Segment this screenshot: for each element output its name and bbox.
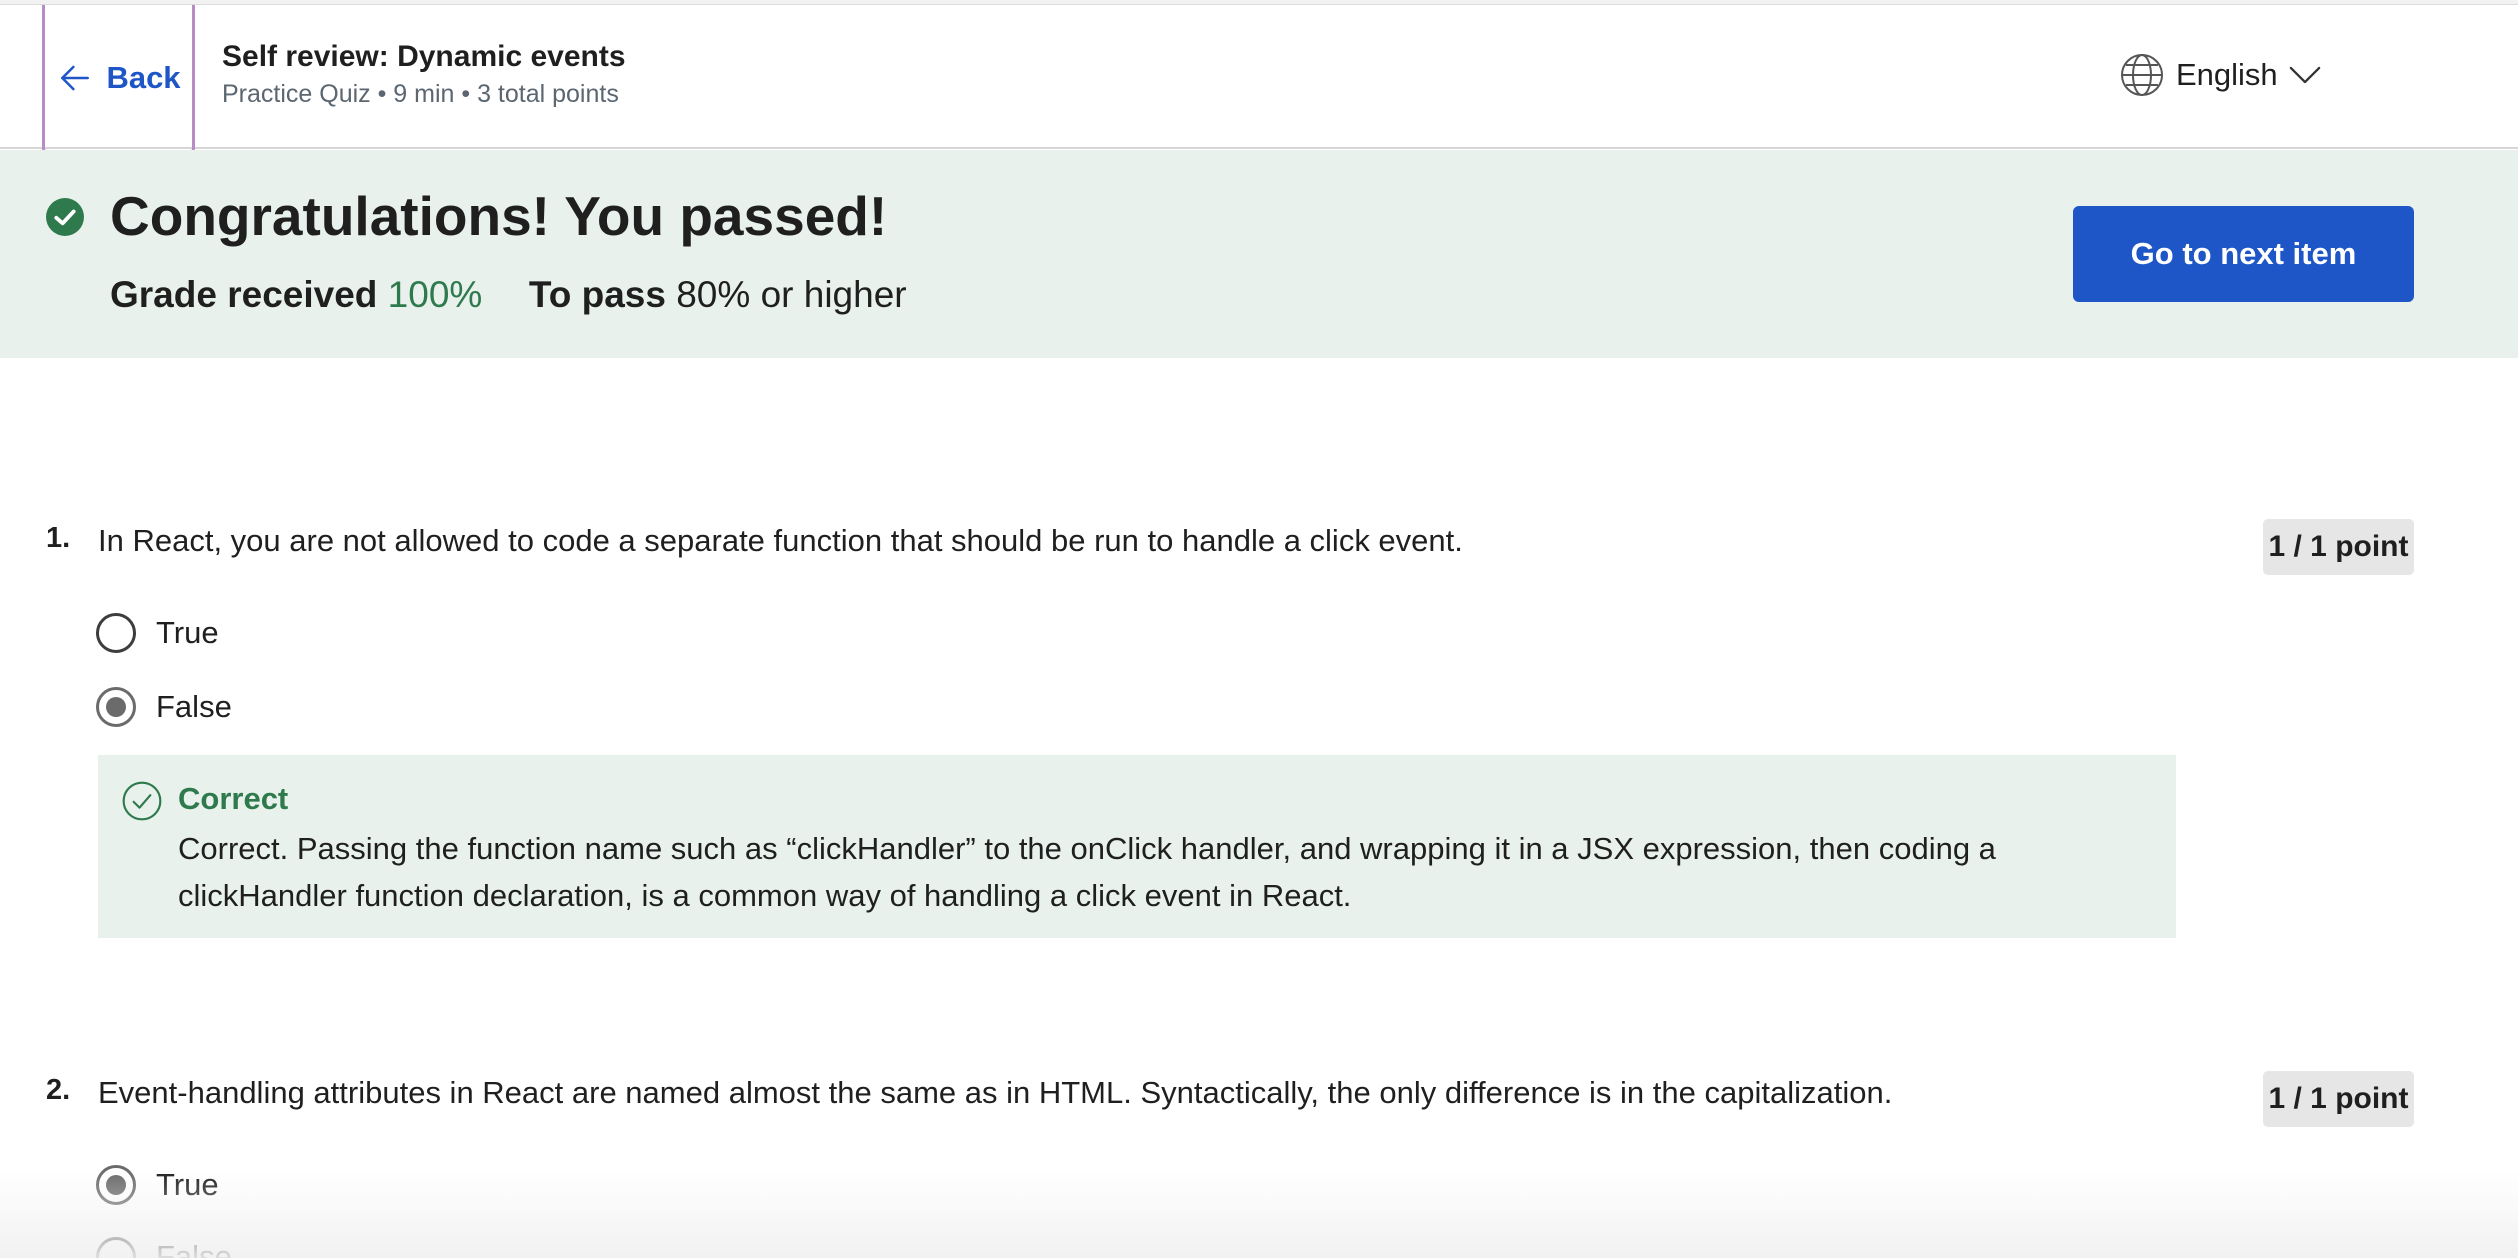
question-number: 2.: [46, 1074, 71, 1106]
quiz-review-page: Back Self review: Dynamic events Practic…: [0, 0, 2518, 1258]
answer-option-true[interactable]: True: [96, 613, 219, 653]
globe-icon: [2121, 54, 2163, 96]
result-title: Congratulations! You passed!: [110, 185, 888, 247]
radio-button[interactable]: [96, 613, 136, 653]
radio-button-selected[interactable]: [96, 687, 136, 727]
pass-value: 80% or higher: [676, 274, 907, 315]
question-text: Event-handling attributes in React are n…: [98, 1075, 1893, 1110]
grade-value: 100%: [387, 274, 483, 315]
option-label: False: [156, 689, 232, 724]
language-selector[interactable]: English: [2118, 51, 2322, 99]
quiz-header: Back Self review: Dynamic events Practic…: [0, 5, 2518, 153]
scroll-fade: [0, 1170, 2518, 1258]
language-label: English: [2176, 57, 2278, 92]
answer-option-true[interactable]: True: [96, 1165, 219, 1205]
radio-button-selected[interactable]: [96, 1165, 136, 1205]
question-text: In React, you are not allowed to code a …: [98, 523, 1463, 558]
points-badge: 1 / 1 point: [2263, 1071, 2414, 1127]
feedback-text: Correct. Passing the function name such …: [178, 831, 1996, 913]
pass-label: To pass: [528, 274, 666, 315]
answer-feedback: Correct Correct. Passing the function na…: [98, 755, 2176, 938]
option-label: False: [156, 1239, 232, 1258]
grade-summary: Grade received 100% To pass 80% or highe…: [110, 274, 907, 316]
chevron-down-icon: [2289, 66, 2320, 84]
feedback-title: Correct: [178, 781, 289, 816]
quiz-meta: Practice Quiz • 9 min • 3 total points: [222, 80, 619, 108]
option-label: True: [156, 1167, 219, 1202]
result-banner: Congratulations! You passed! Grade recei…: [0, 150, 2518, 358]
option-label: True: [156, 615, 219, 650]
back-button[interactable]: Back: [42, 5, 195, 153]
next-item-button[interactable]: Go to next item: [2073, 206, 2414, 302]
points-badge: 1 / 1 point: [2263, 519, 2414, 575]
page-title: Self review: Dynamic events: [222, 40, 626, 73]
arrow-left-icon: [61, 65, 90, 90]
check-circle-filled-icon: [46, 198, 84, 236]
grade-label: Grade received: [110, 274, 378, 315]
radio-button[interactable]: [96, 1237, 136, 1258]
answer-option-false[interactable]: False: [96, 687, 232, 727]
check-circle-outline-icon: [122, 781, 162, 821]
header-titles: Self review: Dynamic events Practice Qui…: [222, 37, 626, 109]
question-number: 1.: [46, 522, 71, 554]
answer-option-false[interactable]: False: [96, 1237, 232, 1258]
back-label: Back: [106, 59, 181, 95]
